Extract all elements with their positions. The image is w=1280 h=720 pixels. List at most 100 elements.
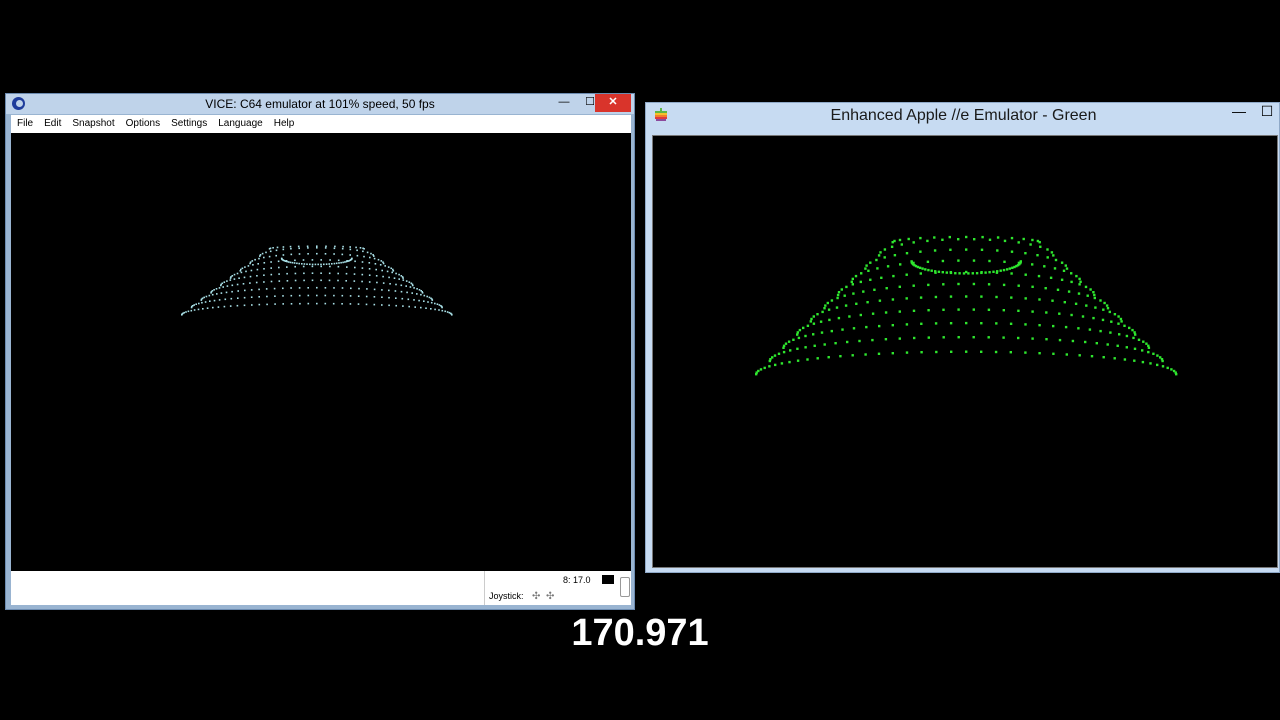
surface-dot	[201, 301, 203, 304]
surface-dot	[796, 359, 800, 362]
surface-dot	[303, 263, 306, 265]
surface-dot	[836, 296, 839, 300]
surface-dot	[1003, 260, 1006, 263]
surface-dot	[350, 287, 352, 290]
surface-dot	[270, 280, 273, 283]
surface-dot	[340, 261, 342, 264]
surface-dot	[919, 236, 922, 240]
surface-dot	[1022, 237, 1025, 241]
surface-dot	[937, 270, 941, 273]
surface-dot	[934, 270, 937, 273]
surface-dot	[233, 278, 236, 280]
surface-dot	[816, 313, 819, 316]
surface-dot	[891, 352, 894, 355]
surface-dot	[365, 303, 368, 306]
surface-dot	[883, 248, 887, 251]
surface-dot	[892, 274, 895, 278]
surface-dot	[884, 338, 888, 341]
surface-dot	[316, 247, 318, 249]
surface-dot	[878, 299, 882, 302]
surface-dot	[438, 304, 441, 306]
surface-dot	[395, 297, 397, 299]
surface-dot	[190, 309, 193, 312]
surface-dot	[347, 260, 349, 262]
surface-dot	[804, 334, 807, 338]
surface-dot	[366, 251, 369, 254]
menu-options[interactable]: Options	[120, 115, 165, 129]
surface-dot	[1102, 356, 1105, 359]
surface-dot	[363, 255, 365, 258]
vice-title-bar[interactable]: VICE: C64 emulator at 101% speed, 50 fps…	[6, 94, 634, 114]
minimize-button[interactable]: —	[1226, 103, 1252, 121]
close-button[interactable]: ✕	[595, 94, 631, 112]
surface-dot	[965, 235, 968, 239]
surface-dot	[1065, 267, 1069, 270]
surface-dot	[1113, 313, 1117, 316]
surface-dot	[1058, 338, 1062, 342]
surface-dot	[1172, 369, 1176, 373]
c64-display[interactable]	[11, 133, 631, 571]
surface-dot	[298, 294, 301, 297]
surface-dot	[1125, 346, 1128, 349]
surface-dot	[996, 249, 999, 252]
surface-dot	[1009, 351, 1012, 354]
menu-file[interactable]: File	[11, 115, 38, 129]
surface-dot	[294, 259, 296, 262]
surface-dot	[864, 353, 867, 356]
surface-dot	[290, 253, 293, 256]
surface-dot	[362, 250, 364, 253]
menu-settings[interactable]: Settings	[165, 115, 212, 129]
surface-dot	[810, 317, 813, 321]
surface-dot	[193, 309, 196, 311]
surface-dot	[802, 326, 805, 330]
menu-language[interactable]: Language	[212, 115, 268, 129]
apple-display[interactable]	[652, 135, 1278, 568]
surface-dot	[286, 272, 288, 275]
surface-dot	[311, 279, 314, 282]
surface-dot	[320, 263, 322, 266]
surface-dot	[1103, 301, 1106, 305]
surface-dot	[891, 241, 894, 244]
minimize-button[interactable]: —	[551, 94, 577, 112]
surface-dot	[373, 288, 376, 291]
surface-dot	[1008, 267, 1011, 270]
surface-dot	[1077, 292, 1081, 295]
surface-dot	[905, 273, 908, 276]
surface-dot	[278, 273, 280, 275]
surface-dot	[1002, 283, 1006, 287]
surface-dot	[1077, 327, 1080, 330]
surface-dot	[381, 269, 383, 272]
vice-window: VICE: C64 emulator at 101% speed, 50 fps…	[5, 93, 635, 610]
surface-dot	[824, 304, 827, 307]
menu-snapshot[interactable]: Snapshot	[66, 115, 119, 129]
surface-dot	[1067, 290, 1071, 293]
surface-dot	[1046, 256, 1049, 259]
surface-dot	[372, 254, 374, 256]
maximize-button[interactable]: ☐	[1254, 103, 1280, 121]
surface-dot	[294, 265, 296, 268]
surface-dot	[994, 350, 998, 354]
menu-help[interactable]: Help	[268, 115, 300, 129]
surface-dot	[414, 306, 416, 308]
surface-dot	[263, 256, 265, 259]
surface-dot	[428, 296, 431, 299]
menu-edit[interactable]: Edit	[38, 115, 66, 129]
surface-dot	[1044, 287, 1047, 290]
surface-dot	[296, 262, 298, 265]
surface-dot	[366, 288, 368, 290]
surface-dot	[862, 290, 865, 293]
surface-dot	[256, 275, 258, 277]
surface-dot	[1062, 269, 1066, 272]
surface-dot	[763, 366, 766, 370]
surface-dot	[965, 270, 968, 274]
surface-dot	[1147, 344, 1150, 347]
surface-dot	[238, 277, 240, 279]
surface-dot	[282, 303, 284, 305]
surface-dot	[942, 336, 945, 339]
apple-title-bar[interactable]: Enhanced Apple //e Emulator - Green — ☐	[646, 103, 1280, 131]
surface-dot	[395, 304, 397, 307]
surface-dot	[185, 311, 187, 313]
surface-dot	[980, 248, 984, 251]
surface-dot	[413, 299, 415, 301]
surface-dot	[1031, 285, 1034, 288]
